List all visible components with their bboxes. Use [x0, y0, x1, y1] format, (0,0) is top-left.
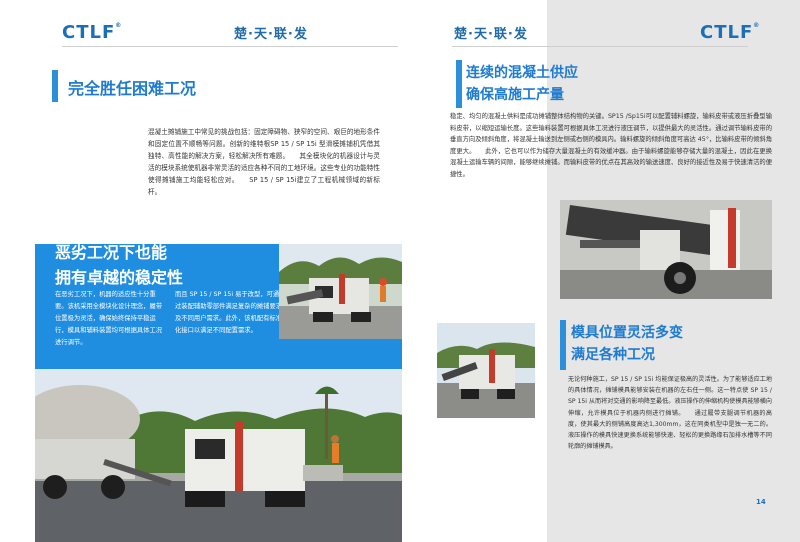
photo-truck-and-paver: [35, 369, 402, 542]
photo-slipform-paver-side: [279, 244, 402, 339]
left-intro-text: 混凝土摊铺施工中常见的挑战包括：固定障碍物、狭窄的空间、艰巨的地形条件和固定位置…: [148, 128, 380, 196]
brochure-spread: CTLF® 楚·天·联·发 楚·天·联·发 CTLF® 完全胜任困难工况 混凝土…: [0, 0, 800, 542]
title-accent-bar: [52, 70, 58, 102]
right-supply-text: 稳定、均匀的混凝土供料是成功摊铺整体结构物的关键。SP15 /Sp15i可以配置…: [450, 113, 772, 178]
left-title: 完全胜任困难工况: [68, 79, 197, 98]
mould-text: 无论何种施工，SP 15 / SP 15i 均能保证极高的灵活性。为了能够适应工…: [568, 376, 772, 451]
mould-title-line2: 满足各种工况: [571, 347, 655, 363]
page-number: 14: [756, 498, 766, 506]
right-title-line1: 连续的混凝土供应: [466, 65, 578, 81]
right-title-accent-bar: [456, 60, 462, 108]
right-title-line2: 确保高施工产量: [466, 87, 564, 103]
slogan-left: 楚·天·联·发: [234, 27, 308, 42]
photo-auger-closeup: [560, 200, 772, 299]
photo-mould-position: [437, 323, 535, 418]
header-rule-right: [452, 46, 748, 47]
box-text-col1: 在恶劣工况下，机器的适应性十分重要。该机采用全模块化设计理念，履带位置极为灵活，…: [55, 291, 163, 346]
mould-title-accent-bar: [560, 320, 566, 370]
slogan-right: 楚·天·联·发: [454, 27, 528, 42]
box-title-line2: 拥有卓越的稳定性: [55, 268, 184, 287]
header-rule-left: [62, 46, 398, 47]
box-text-col2: 而且 SP 15 / SP 15i 易于改型，可通过装配辅助零部件满足复杂的摊铺…: [175, 291, 283, 334]
mould-title-line1: 模具位置灵活多变: [571, 325, 683, 341]
ctlf-logo-right: CTLF®: [700, 22, 761, 43]
ctlf-logo-left: CTLF®: [62, 22, 123, 43]
box-title-line1: 恶劣工况下也能: [55, 243, 168, 262]
